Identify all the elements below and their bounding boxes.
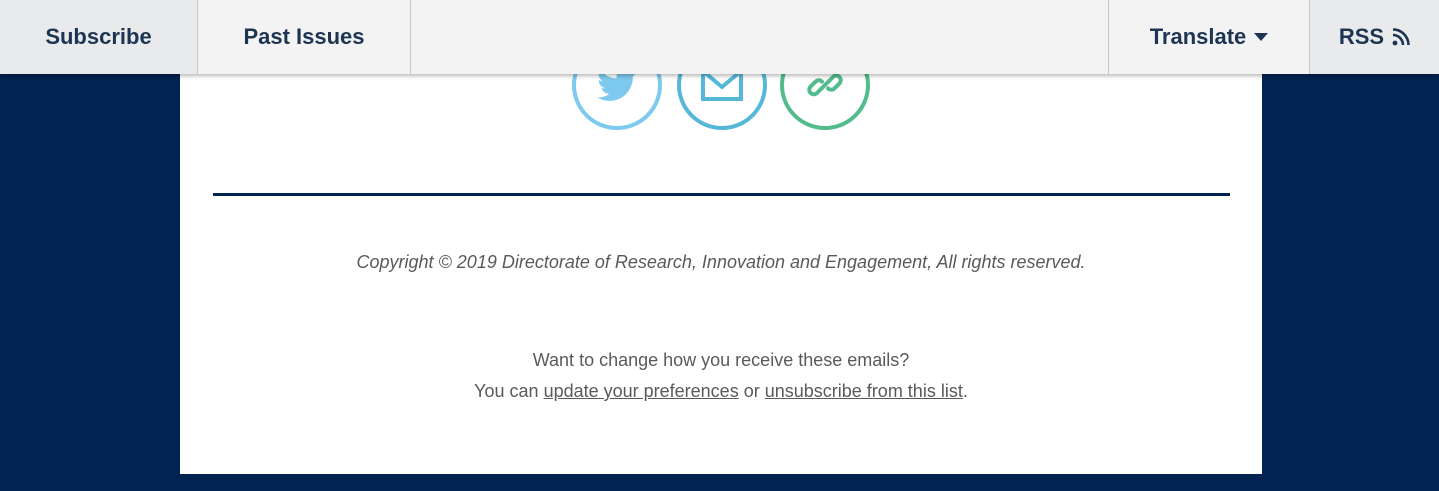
subscribe-button[interactable]: Subscribe	[0, 0, 198, 74]
preferences-line: You can update your preferences or unsub…	[180, 376, 1262, 407]
rss-button[interactable]: RSS	[1309, 0, 1439, 74]
you-can-text: You can	[474, 381, 539, 401]
rss-label: RSS	[1338, 24, 1385, 49]
period-text: .	[962, 381, 968, 401]
unsubscribe-link[interactable]: unsubscribe from this list	[765, 381, 963, 401]
rss-icon	[1392, 28, 1410, 46]
past-issues-label: Past Issues	[243, 24, 365, 49]
update-preferences-link[interactable]: update your preferences	[544, 381, 739, 401]
archive-nav-bar: Subscribe Past Issues Translate RSS	[0, 0, 1439, 74]
nav-spacer	[411, 0, 1108, 74]
subscribe-label: Subscribe	[45, 24, 152, 49]
preferences-block: Want to change how you receive these ema…	[180, 345, 1262, 407]
translate-dropdown[interactable]: Translate	[1108, 0, 1309, 74]
change-prompt: Want to change how you receive these ema…	[532, 350, 910, 370]
or-text: or	[743, 381, 760, 401]
chevron-down-icon	[1254, 33, 1269, 41]
footer-divider	[213, 193, 1230, 196]
copyright-text: Copyright © 2019 Directorate of Research…	[356, 252, 1086, 272]
past-issues-button[interactable]: Past Issues	[198, 0, 411, 74]
translate-label: Translate	[1149, 24, 1247, 49]
